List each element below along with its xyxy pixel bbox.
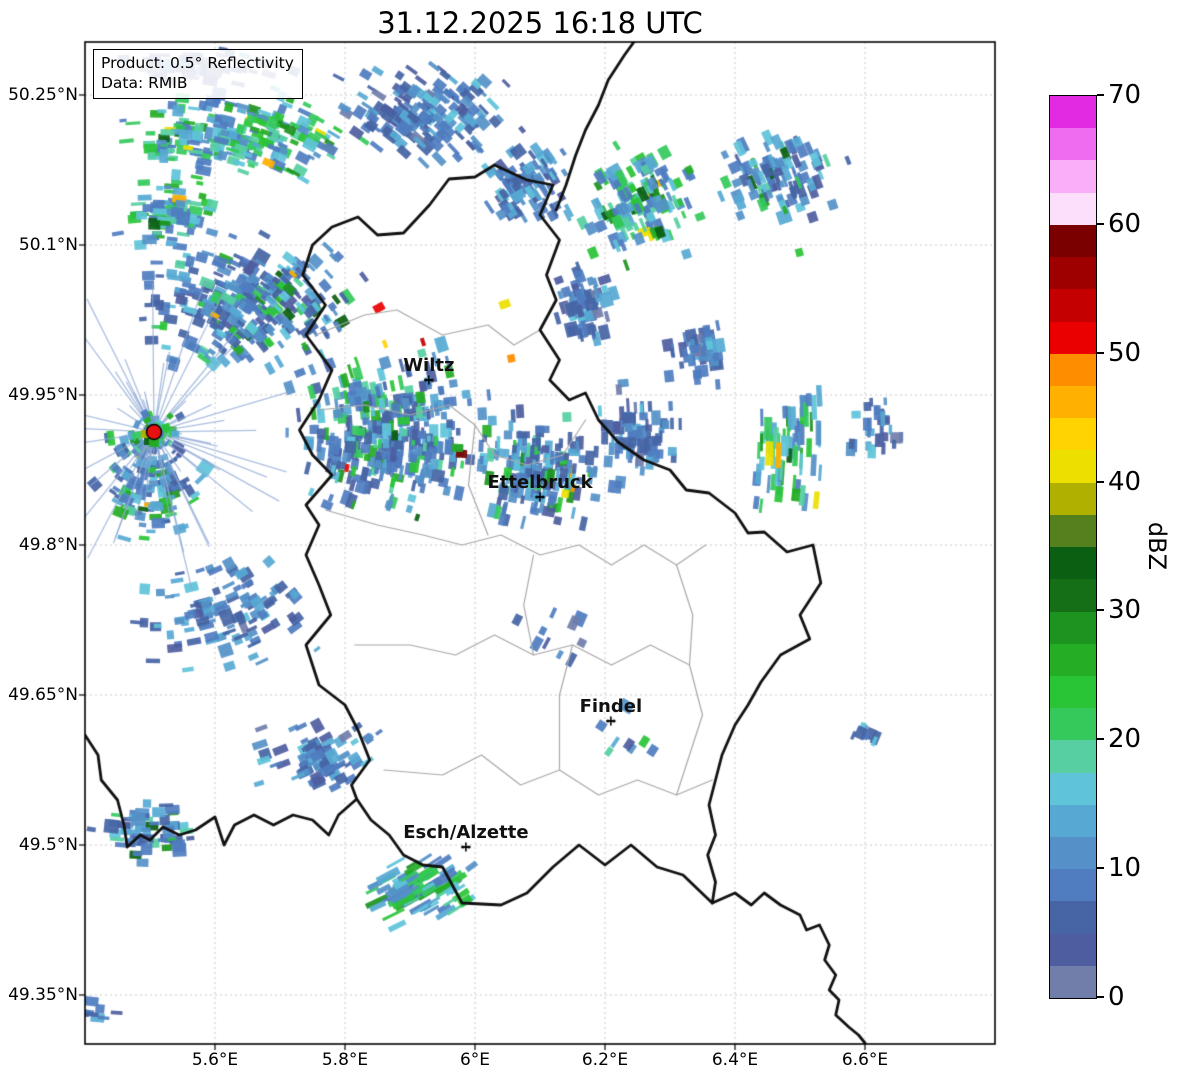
lon-tick-label: 5.8°E [321,1050,369,1070]
weather-radar-figure: 31.12.2025 16:18 UTC Product: 0.5° Refle… [0,0,1184,1081]
colorbar-segment [1050,675,1096,709]
colorbar-segment [1050,901,1096,934]
colorbar-segment [1050,160,1096,193]
colorbar-segment [1050,740,1096,773]
colorbar-tick-mark [1097,609,1104,612]
colorbar-tick-mark [1097,480,1104,483]
lon-tick-label: 6.6°E [841,1050,889,1070]
colorbar-segment [1050,772,1096,805]
colorbar-tick-label: 0 [1108,982,1125,1012]
colorbar-segment [1050,385,1096,419]
colorbar-tick-mark [1097,351,1104,354]
colorbar-segment [1050,224,1096,258]
colorbar-tick-mark [1097,867,1104,870]
colorbar-segment [1050,804,1096,838]
colorbar-tick-mark [1097,996,1104,998]
colorbar-tick-label: 50 [1108,337,1142,368]
lat-tick-label: 49.8°N [18,535,78,555]
colorbar-segment [1050,192,1096,225]
figure-title: 31.12.2025 16:18 UTC [377,6,703,40]
lon-tick-label: 6.2°E [581,1050,629,1070]
colorbar-tick-label: 10 [1108,853,1142,884]
product-label: Product: 0.5° Reflectivity [101,54,294,72]
colorbar-tick-label: 40 [1108,466,1142,497]
colorbar-segment [1050,547,1096,580]
colorbar-segment [1050,965,1096,999]
colorbar-tick-label: 60 [1108,208,1142,239]
data-source-label: Data: RMIB [101,74,188,93]
colorbar-tick-mark [1097,738,1104,741]
colorbar-segment [1050,933,1096,966]
colorbar [1049,95,1097,999]
colorbar-segment [1050,418,1096,451]
lat-tick-label: 50.25°N [8,85,78,105]
colorbar-segment [1050,579,1096,612]
lat-tick-label: 49.95°N [8,385,78,405]
colorbar-segment [1050,643,1096,676]
colorbar-segment [1050,482,1096,515]
colorbar-tick-label: 20 [1108,724,1142,755]
colorbar-segment [1050,257,1096,290]
colorbar-segment [1050,450,1096,483]
lon-tick-label: 5.6°E [191,1050,239,1070]
city-label: Findel [579,696,643,717]
colorbar-segment [1050,353,1096,386]
colorbar-segment [1050,837,1096,870]
product-info-box: Product: 0.5° Reflectivity Data: RMIB [93,49,303,99]
city-label: Ettelbruck [487,472,593,493]
city-label: Wiltz [403,355,455,376]
radar-map-canvas [0,0,1184,1081]
colorbar-segment [1050,289,1096,322]
colorbar-segment [1050,708,1096,741]
lat-tick-label: 50.1°N [18,235,78,255]
city-label: Esch/Alzette [403,822,529,843]
lon-tick-label: 6.4°E [711,1050,759,1070]
colorbar-segment [1050,869,1096,902]
colorbar-segment [1050,611,1096,644]
colorbar-segment [1050,514,1096,548]
lat-tick-label: 49.5°N [18,835,78,855]
lat-tick-label: 49.35°N [8,985,78,1005]
colorbar-tick-mark [1097,222,1104,225]
colorbar-segment [1050,321,1096,354]
colorbar-tick-mark [1097,94,1104,96]
lon-tick-label: 6°E [459,1050,491,1070]
colorbar-axis-label: dBZ [1143,521,1171,571]
colorbar-tick-label: 30 [1108,595,1142,626]
colorbar-tick-label: 70 [1108,80,1142,110]
colorbar-segment [1050,96,1096,129]
colorbar-segment [1050,128,1096,161]
lat-tick-label: 49.65°N [8,685,78,705]
